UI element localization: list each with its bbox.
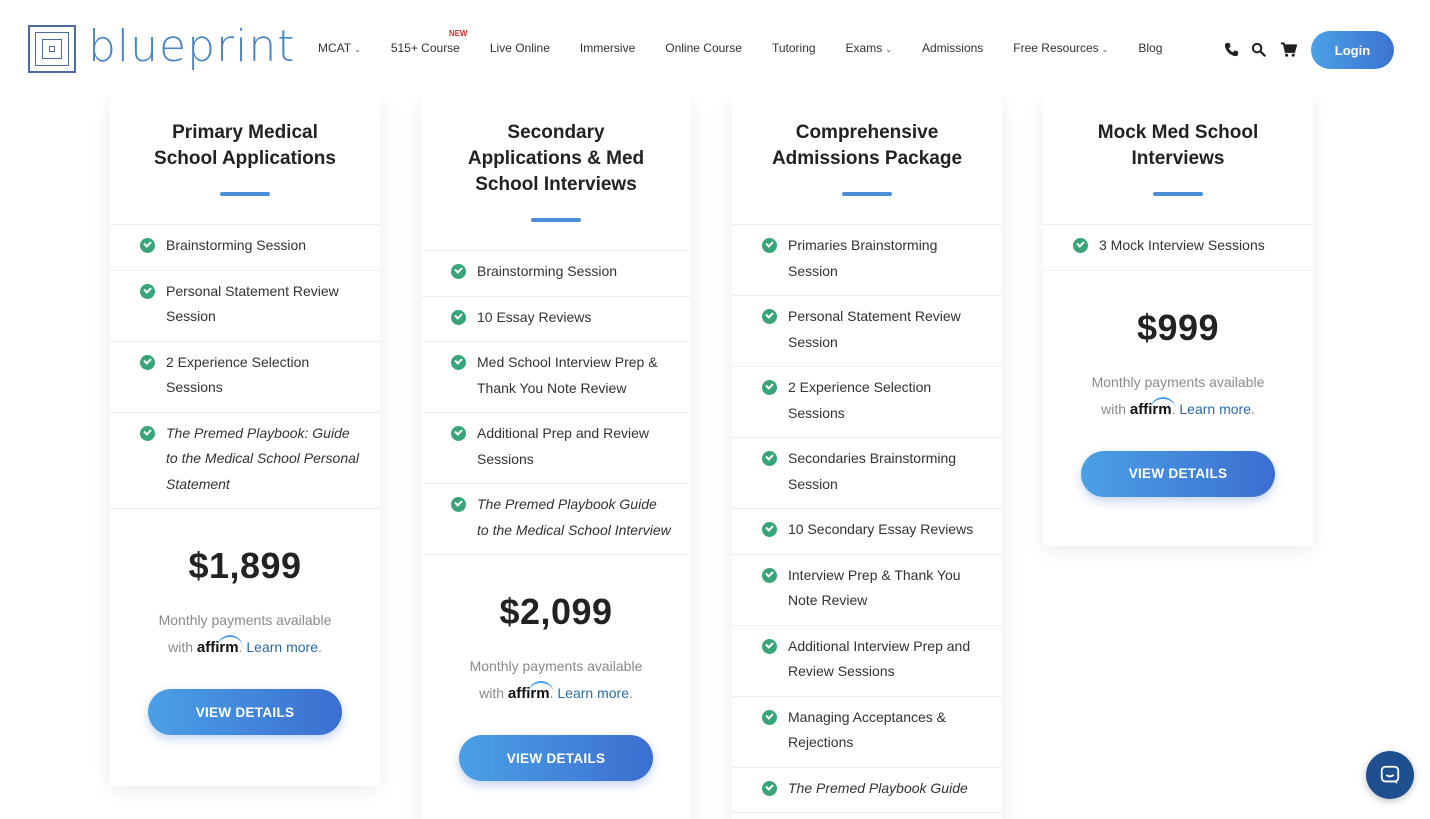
view-details-button[interactable]: VIEW DETAILS (148, 689, 342, 735)
learn-more-link[interactable]: Learn more (557, 685, 629, 701)
learn-more-link[interactable]: Learn more (1179, 401, 1251, 417)
feature-item: The Premed Playbook Guide to the Medical… (421, 484, 691, 555)
search-icon[interactable] (1251, 42, 1266, 57)
check-icon (762, 380, 777, 395)
card-header: Mock Med School Interviews (1043, 96, 1313, 225)
monthly-payments-text: Monthly payments available (1091, 373, 1265, 390)
check-icon (762, 780, 777, 796)
feature-item: The Premed Playbook: Guide to the Medica… (110, 413, 380, 509)
pricing-card-primary: Primary Medical School Applications Brai… (110, 96, 380, 786)
view-details-button[interactable]: VIEW DETAILS (1081, 450, 1275, 497)
check-icon (140, 425, 155, 441)
title-underline (842, 192, 892, 196)
main-nav: MCAT ⌄ 515+ Course NEW Live Online Immersi… (318, 29, 1192, 55)
logo[interactable]: blueprint (28, 24, 296, 74)
pricing-card-comprehensive: Comprehensive Admissions Package Primari… (732, 96, 1002, 819)
view-details-button[interactable]: VIEW DETAILS (459, 735, 653, 781)
nav-item-exams[interactable]: Exams ⌄ (846, 41, 892, 55)
price: $999 (1136, 306, 1220, 348)
check-icon (762, 451, 777, 466)
price: $2,099 (499, 591, 613, 632)
check-icon (1073, 238, 1088, 253)
check-icon (762, 567, 777, 583)
feature-item: 3 Mock Interview Sessions (1043, 225, 1313, 271)
check-icon (451, 264, 466, 279)
title-underline (1153, 192, 1203, 196)
feature-item: Med School Interview Prep & Thank You No… (421, 342, 691, 413)
site-header: blueprint MCAT ⌄ 515+ Course NEW Live Onli… (0, 0, 1430, 96)
pricing-card-mock-interviews: Mock Med School Interviews 3 Mock Interv… (1043, 96, 1313, 546)
logo-maze-icon (28, 25, 76, 73)
card-header: Primary Medical School Applications (110, 96, 380, 225)
chevron-down-icon: ⌄ (354, 45, 361, 54)
feature-item: Personal Statement Review Session (110, 271, 380, 342)
feature-item: 10 Essay Reviews (421, 297, 691, 342)
affirm-logo: affirm (507, 685, 550, 702)
card-header: Secondary Applications & Med School Inte… (421, 96, 691, 251)
check-icon (762, 238, 777, 253)
chevron-down-icon: ⌄ (885, 45, 892, 54)
feature-item: Additional Interview Prep and Review Ses… (732, 626, 1002, 697)
feature-item: Primaries Brainstorming Session (732, 225, 1002, 296)
title-underline (220, 192, 270, 196)
pricing-card-secondary: Secondary Applications & Med School Inte… (421, 96, 691, 819)
nav-item-online-course[interactable]: Online Course (665, 41, 742, 55)
nav-item-admissions[interactable]: Admissions (922, 41, 983, 55)
check-icon (451, 497, 466, 512)
monthly-payments-text: Monthly payments available (158, 612, 332, 628)
affirm-logo: affirm (196, 639, 239, 656)
chat-button[interactable] (1366, 751, 1414, 799)
card-title: Primary Medical School Applications (154, 122, 336, 169)
affirm-logo: affirm (1129, 400, 1172, 418)
cart-icon[interactable] (1280, 42, 1297, 58)
card-title: Secondary Applications & Med School Inte… (467, 122, 645, 195)
check-icon (140, 354, 155, 370)
check-icon (762, 522, 777, 537)
nav-item-tutoring[interactable]: Tutoring (772, 41, 816, 55)
card-title: Mock Med School Interviews (1097, 122, 1259, 169)
check-icon (451, 355, 466, 370)
price: $1,899 (188, 545, 302, 586)
chevron-down-icon: ⌄ (1101, 45, 1109, 54)
phone-icon[interactable] (1224, 42, 1239, 57)
feature-item: Brainstorming Session (110, 225, 380, 271)
logo-text: blueprint (88, 21, 296, 72)
nav-item-immersive[interactable]: Immersive (580, 41, 635, 55)
card-header: Comprehensive Admissions Package (732, 96, 1002, 225)
check-icon (762, 709, 777, 725)
new-badge: NEW (448, 29, 468, 38)
learn-more-link[interactable]: Learn more (246, 639, 318, 655)
nav-item-blog[interactable]: Blog (1138, 41, 1162, 55)
feature-item: Brainstorming Session (421, 251, 691, 297)
affirm-row: with affirm. Learn more. (1101, 400, 1255, 418)
feature-item: Personal Statement Review Session (732, 296, 1002, 367)
nav-item-free-resources[interactable]: Free Resources ⌄ (1013, 41, 1108, 55)
feature-item: The Premed Playbook Guide (732, 768, 1002, 813)
feature-item: Secondaries Brainstorming Session (732, 438, 1002, 509)
check-icon (451, 426, 466, 441)
feature-item: 2 Experience Selection Sessions (732, 367, 1002, 438)
monthly-payments-text: Monthly payments available (469, 658, 643, 674)
nav-item-515-course[interactable]: 515+ Course NEW (391, 29, 468, 55)
check-icon (451, 309, 466, 325)
nav-item-live-online[interactable]: Live Online (490, 41, 550, 55)
card-title: Comprehensive Admissions Package (771, 122, 963, 169)
check-icon (140, 238, 155, 253)
check-icon (762, 638, 777, 654)
feature-item: 2 Experience Selection Sessions (110, 342, 380, 413)
title-underline (531, 218, 581, 222)
feature-item: Additional Prep and Review Sessions (421, 413, 691, 484)
login-button[interactable]: Login (1311, 31, 1394, 69)
chat-icon (1380, 765, 1400, 785)
affirm-row: with affirm. Learn more. (479, 685, 633, 702)
affirm-row: with affirm. Learn more. (168, 639, 322, 656)
feature-item: Managing Acceptances & Rejections (732, 697, 1002, 768)
feature-item: 10 Secondary Essay Reviews (732, 509, 1002, 555)
check-icon (140, 283, 155, 299)
check-icon (762, 309, 777, 324)
feature-item: Interview Prep & Thank You Note Review (732, 555, 1002, 626)
nav-item-mcat[interactable]: MCAT ⌄ (318, 41, 361, 55)
